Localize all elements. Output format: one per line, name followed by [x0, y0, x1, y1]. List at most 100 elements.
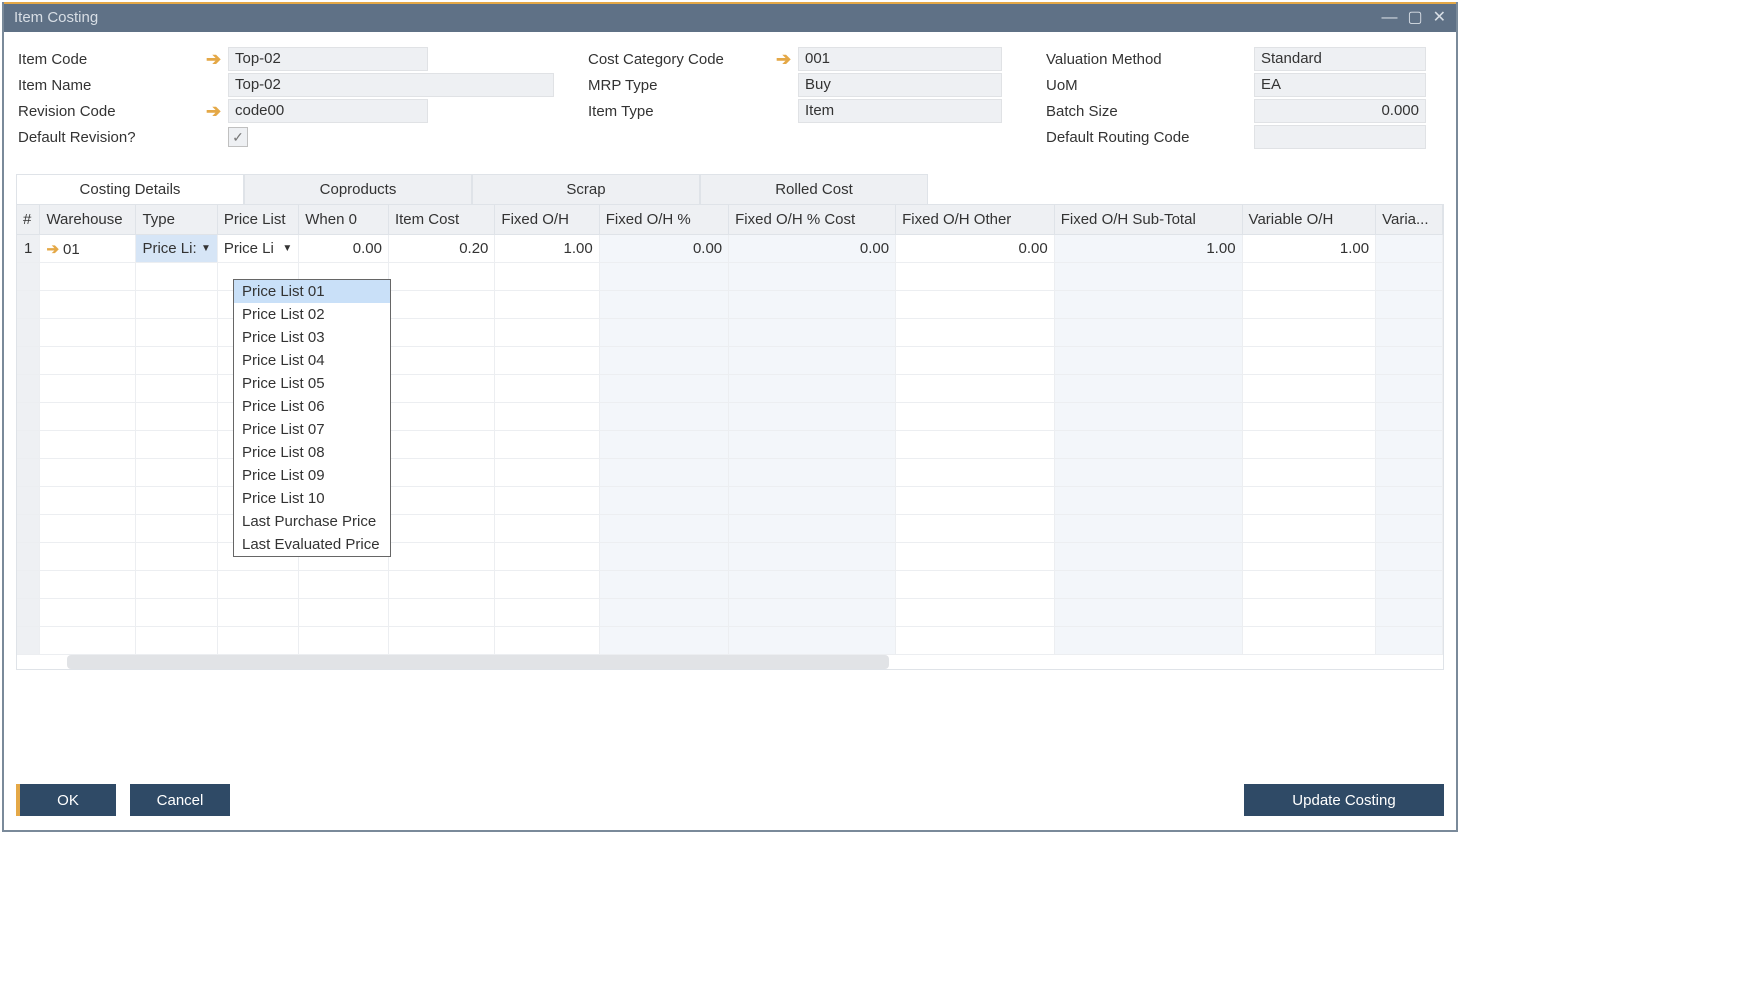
tab-rolled-cost[interactable]: Rolled Cost	[700, 174, 928, 204]
item-name-field[interactable]: Top-02	[228, 73, 554, 97]
table-row[interactable]	[17, 263, 1443, 291]
price-list-dropdown[interactable]: Price List 01Price List 02Price List 03P…	[233, 279, 391, 557]
table-row[interactable]	[17, 599, 1443, 627]
col-fixed-oh[interactable]: Fixed O/H	[495, 205, 599, 235]
update-costing-button[interactable]: Update Costing	[1244, 784, 1444, 816]
col-fixed-oh-pct[interactable]: Fixed O/H %	[599, 205, 728, 235]
cell-fixed-oh-pct-cost[interactable]: 0.00	[729, 235, 896, 263]
label-uom: UoM	[1044, 77, 1254, 94]
scroll-thumb[interactable]	[67, 655, 889, 669]
table-row[interactable]	[17, 487, 1443, 515]
cost-category-field[interactable]: 001	[798, 47, 1002, 71]
label-valuation: Valuation Method	[1044, 51, 1254, 68]
label-batch-size: Batch Size	[1044, 103, 1254, 120]
col-fixed-oh-other[interactable]: Fixed O/H Other	[896, 205, 1055, 235]
label-item-type: Item Type	[586, 103, 776, 120]
col-index[interactable]: #	[17, 205, 40, 235]
batch-size-field[interactable]: 0.000	[1254, 99, 1426, 123]
label-mrp-type: MRP Type	[586, 77, 776, 94]
dropdown-option[interactable]: Price List 08	[234, 441, 390, 464]
table-row[interactable]	[17, 291, 1443, 319]
table-row[interactable]	[17, 431, 1443, 459]
label-item-name: Item Name	[16, 77, 206, 94]
cell-warehouse[interactable]: ➔01	[40, 235, 136, 263]
cell-fixed-oh[interactable]: 1.00	[495, 235, 599, 263]
dropdown-option[interactable]: Price List 04	[234, 349, 390, 372]
cell-fixed-oh-subtotal[interactable]: 1.00	[1054, 235, 1242, 263]
col-when0[interactable]: When 0	[299, 205, 389, 235]
col-item-cost[interactable]: Item Cost	[388, 205, 494, 235]
item-type-field: Item	[798, 99, 1002, 123]
dropdown-option[interactable]: Price List 06	[234, 395, 390, 418]
link-arrow-icon[interactable]: ➔	[206, 49, 228, 70]
chevron-down-icon[interactable]: ▼	[201, 243, 211, 254]
dropdown-option[interactable]: Price List 07	[234, 418, 390, 441]
cell-index: 1	[17, 235, 40, 263]
cell-varia[interactable]	[1376, 235, 1443, 263]
table-row[interactable]	[17, 571, 1443, 599]
cell-fixed-oh-other[interactable]: 0.00	[896, 235, 1055, 263]
tab-costing-details[interactable]: Costing Details	[16, 174, 244, 204]
table-row[interactable]	[17, 543, 1443, 571]
col-price-list[interactable]: Price List	[217, 205, 298, 235]
dropdown-option[interactable]: Last Purchase Price	[234, 510, 390, 533]
maximize-icon[interactable]: ▢	[1407, 3, 1422, 33]
cancel-button[interactable]: Cancel	[130, 784, 230, 816]
table-row[interactable]: 1➔01Price Li:▼Price Li▼0.000.201.000.000…	[17, 235, 1443, 263]
item-costing-window: Item Costing — ▢ ✕ Item Code ➔ Top-02 It…	[2, 2, 1458, 832]
dropdown-option[interactable]: Price List 02	[234, 303, 390, 326]
cell-type[interactable]: Price Li:▼	[136, 235, 217, 263]
window-title: Item Costing	[14, 3, 98, 33]
cell-fixed-oh-pct[interactable]: 0.00	[599, 235, 728, 263]
dropdown-option[interactable]: Price List 03	[234, 326, 390, 349]
cell-when0[interactable]: 0.00	[299, 235, 389, 263]
table-row[interactable]	[17, 319, 1443, 347]
dropdown-option[interactable]: Last Evaluated Price	[234, 533, 390, 556]
default-routing-field[interactable]	[1254, 125, 1426, 149]
cell-price-list[interactable]: Price Li▼	[217, 235, 298, 263]
ok-button[interactable]: OK	[16, 784, 116, 816]
label-cost-category: Cost Category Code	[586, 51, 776, 68]
tab-coproducts[interactable]: Coproducts	[244, 174, 472, 204]
col-fixed-oh-pct-cost[interactable]: Fixed O/H % Cost	[729, 205, 896, 235]
horizontal-scrollbar[interactable]	[17, 655, 1443, 669]
dropdown-option[interactable]: Price List 01	[234, 280, 390, 303]
footer: OK Cancel Update Costing	[16, 784, 1444, 816]
col-variable-oh[interactable]: Variable O/H	[1242, 205, 1376, 235]
table-row[interactable]	[17, 347, 1443, 375]
col-type[interactable]: Type	[136, 205, 217, 235]
table-row[interactable]	[17, 375, 1443, 403]
default-revision-checkbox[interactable]: ✓	[228, 127, 248, 147]
uom-field: EA	[1254, 73, 1426, 97]
costing-grid: # Warehouse Type Price List When 0 Item …	[16, 205, 1444, 670]
table-row[interactable]	[17, 459, 1443, 487]
link-arrow-icon[interactable]: ➔	[46, 241, 59, 258]
label-item-code: Item Code	[16, 51, 206, 68]
titlebar: Item Costing — ▢ ✕	[4, 2, 1456, 32]
revision-code-field[interactable]: code00	[228, 99, 428, 123]
chevron-down-icon[interactable]: ▼	[282, 243, 292, 254]
dropdown-option[interactable]: Price List 09	[234, 464, 390, 487]
content: Item Code ➔ Top-02 Item Name Top-02 Revi…	[4, 32, 1456, 684]
link-arrow-icon[interactable]: ➔	[206, 101, 228, 122]
label-default-routing: Default Routing Code	[1044, 129, 1254, 146]
cell-item-cost[interactable]: 0.20	[388, 235, 494, 263]
label-default-revision: Default Revision?	[16, 129, 206, 146]
dropdown-option[interactable]: Price List 10	[234, 487, 390, 510]
cell-variable-oh[interactable]: 1.00	[1242, 235, 1376, 263]
col-warehouse[interactable]: Warehouse	[40, 205, 136, 235]
dropdown-option[interactable]: Price List 05	[234, 372, 390, 395]
tab-scrap[interactable]: Scrap	[472, 174, 700, 204]
col-fixed-oh-subtotal[interactable]: Fixed O/H Sub-Total	[1054, 205, 1242, 235]
mrp-type-field: Buy	[798, 73, 1002, 97]
minimize-icon[interactable]: —	[1381, 3, 1397, 33]
col-varia[interactable]: Varia...	[1376, 205, 1443, 235]
table-row[interactable]	[17, 627, 1443, 655]
table-row[interactable]	[17, 403, 1443, 431]
table-row[interactable]	[17, 515, 1443, 543]
link-arrow-icon[interactable]: ➔	[776, 49, 798, 70]
tabs: Costing Details Coproducts Scrap Rolled …	[16, 174, 1444, 205]
close-icon[interactable]: ✕	[1433, 3, 1446, 33]
grid-header-row: # Warehouse Type Price List When 0 Item …	[17, 205, 1443, 235]
item-code-field[interactable]: Top-02	[228, 47, 428, 71]
